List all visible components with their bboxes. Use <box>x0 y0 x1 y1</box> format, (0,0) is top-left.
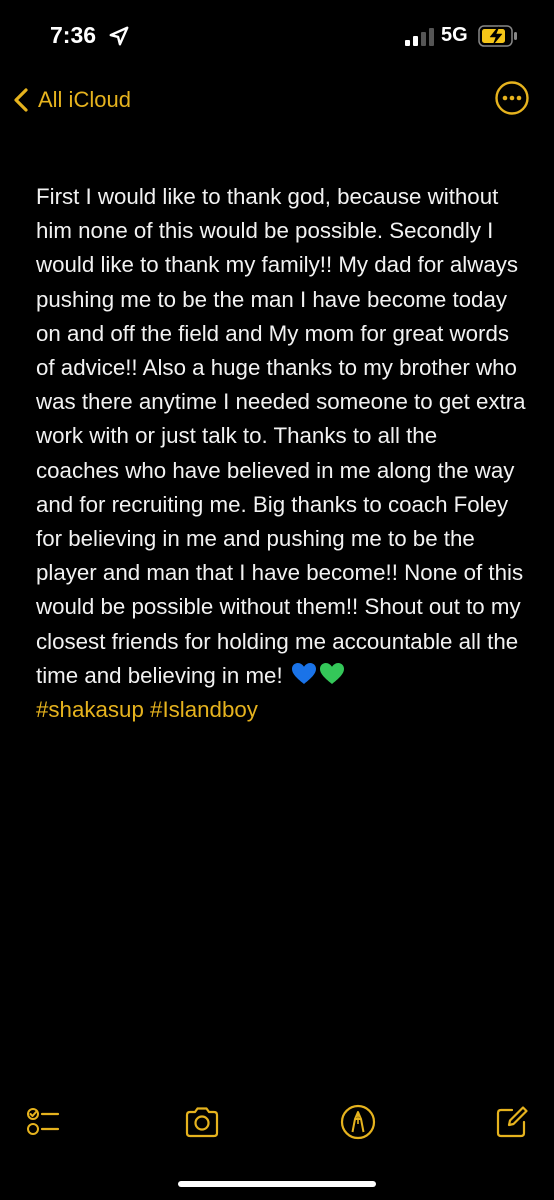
status-bar: 7:36 5G <box>0 0 554 70</box>
chevron-left-icon <box>14 88 28 112</box>
home-indicator[interactable] <box>178 1181 376 1187</box>
navigation-bar: All iCloud <box>0 78 554 122</box>
markup-pen-icon[interactable] <box>338 1102 378 1142</box>
cellular-signal-icon <box>405 28 434 46</box>
ellipsis-circle-icon[interactable] <box>494 80 530 116</box>
checklist-icon[interactable] <box>24 1102 64 1142</box>
status-time: 7:36 <box>50 22 97 48</box>
blue-heart-emoji <box>291 662 316 684</box>
bottom-toolbar <box>0 1100 554 1144</box>
back-button-label: All iCloud <box>38 87 131 112</box>
note-hashtags[interactable]: #shakasup #Islandboy <box>36 693 526 727</box>
camera-icon[interactable] <box>182 1102 222 1142</box>
note-body[interactable]: First I would like to thank god, because… <box>36 180 526 727</box>
network-type: 5G <box>441 24 468 46</box>
back-button[interactable]: All iCloud <box>10 82 131 118</box>
note-text: First I would like to thank god, because… <box>36 184 526 688</box>
compose-icon[interactable] <box>492 1102 532 1142</box>
battery-charging-icon <box>478 25 517 47</box>
green-heart-emoji <box>319 662 344 684</box>
note-paragraph: First I would like to thank god, because… <box>36 180 526 693</box>
location-arrow-icon <box>109 26 129 46</box>
